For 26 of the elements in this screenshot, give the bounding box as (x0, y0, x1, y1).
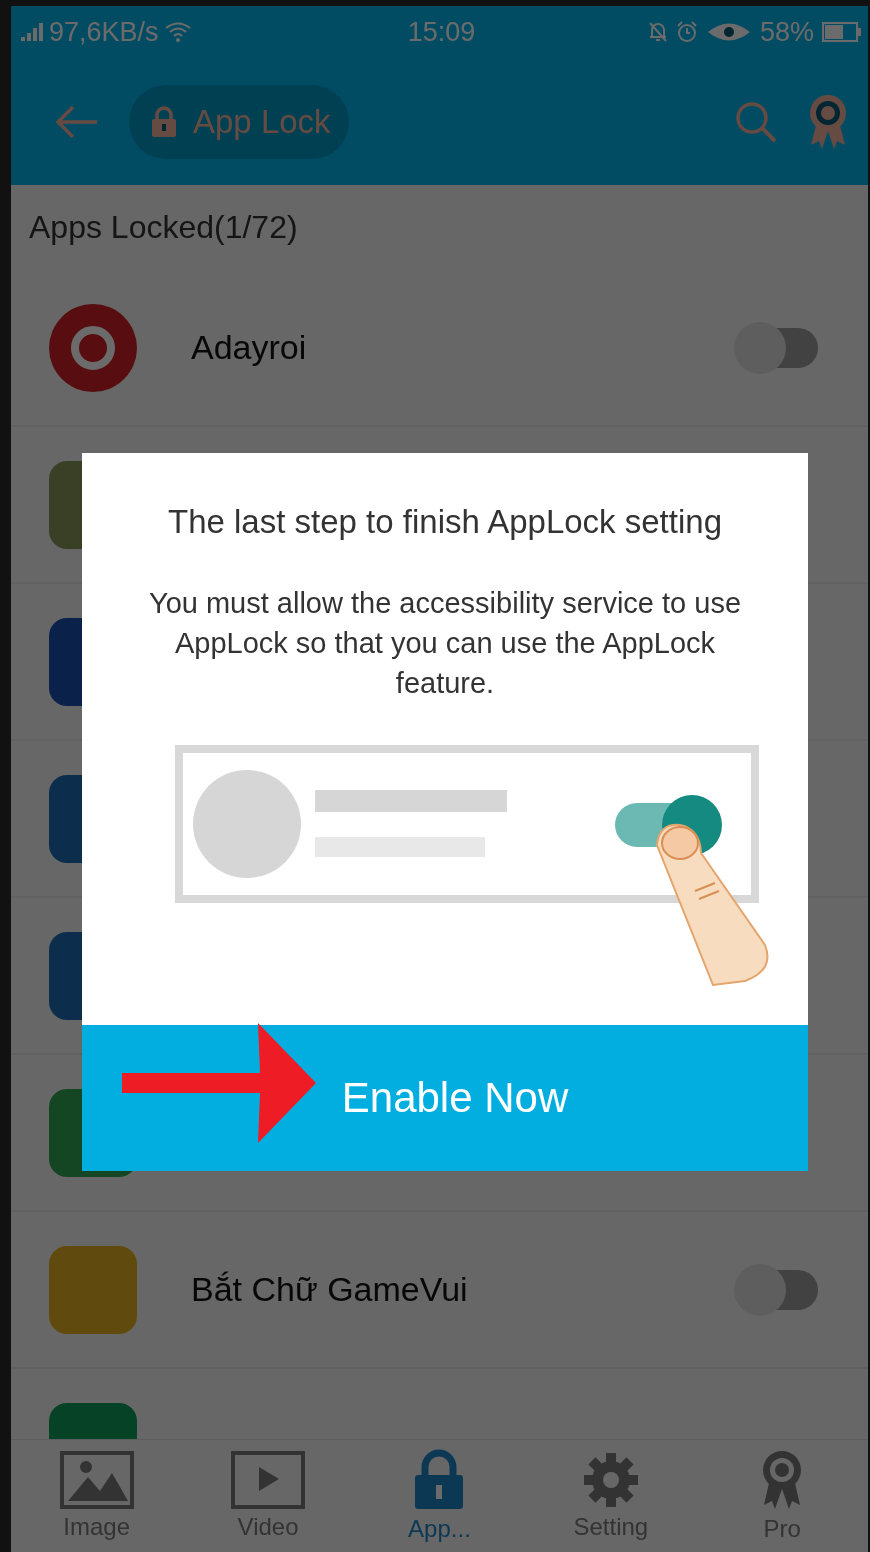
lock-toggle[interactable] (734, 1263, 818, 1316)
dialog-title: The last step to finish AppLock setting (168, 503, 722, 541)
section-title: Apps Locked(1/72) (28, 208, 299, 247)
dialog-message: You must allow the accessibility service to use AppLock so that you can use the AppLock feature. (147, 586, 743, 701)
clock-time: 15:09 (407, 16, 476, 48)
lock-toggle[interactable] (734, 321, 818, 374)
alarm-icon (675, 21, 698, 43)
network-speed: 97,6KB/s (49, 16, 159, 48)
enable-now-button[interactable]: Enable Now (82, 1025, 808, 1171)
app-icon (49, 1245, 137, 1334)
wifi-icon (164, 22, 191, 42)
search-icon[interactable] (734, 99, 778, 144)
image-icon (59, 1451, 134, 1509)
app-name: Adayroi (191, 328, 307, 367)
bell-icon (647, 21, 668, 43)
lock-icon (151, 105, 177, 138)
battery-percent: 58% (759, 16, 814, 48)
signal-icon (21, 23, 43, 41)
battery-icon (822, 21, 862, 43)
nav-tab[interactable]: App... (374, 1449, 505, 1543)
gear-icon (581, 1451, 640, 1509)
back-arrow-icon[interactable] (55, 103, 99, 140)
app-name: Bắt Chữ GameVui (191, 1270, 468, 1309)
video-icon (231, 1451, 306, 1509)
award-icon[interactable] (808, 92, 848, 151)
app-title: App Lock (193, 102, 331, 141)
